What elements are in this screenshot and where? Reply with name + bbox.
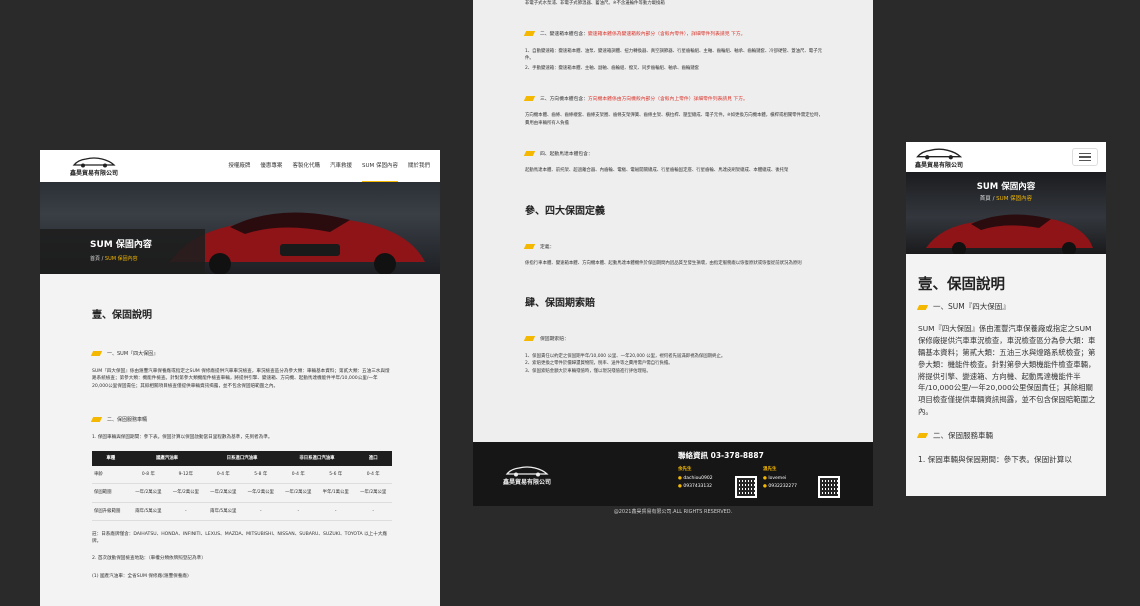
line-icon: ● bbox=[763, 475, 767, 481]
breadcrumb-home[interactable]: 首頁 bbox=[980, 196, 991, 202]
bullet-icon bbox=[523, 243, 536, 249]
nav-item-about[interactable]: 關於我們 bbox=[408, 150, 430, 182]
section-heading: 壹、保固說明 bbox=[918, 277, 1005, 293]
subheading: 二、保固服務車輛 bbox=[90, 416, 392, 424]
breadcrumb: 首頁 / SUM 保固內容 bbox=[90, 256, 138, 262]
phone-icon: ● bbox=[678, 484, 682, 490]
bullet-icon bbox=[523, 151, 536, 157]
qr-code-image bbox=[735, 476, 757, 498]
car-logo-icon bbox=[72, 157, 116, 168]
contact-title: 聯絡資訊 03-378-8887 bbox=[678, 451, 764, 460]
subheading: 一、SUM『四大保固』 bbox=[916, 301, 1096, 313]
paragraph: 1、自動變速箱：變速箱本體、油泵、變速箱調體、扭力轉換器、真空調節器、行星齒輪組… bbox=[525, 48, 822, 62]
subheading: 定義： bbox=[523, 243, 823, 252]
subheading: 二、保固服務車輛 bbox=[916, 430, 1096, 442]
bullet-icon bbox=[523, 31, 536, 37]
desktop-content: 壹、保固說明 一、SUM『四大保固』 SUM『四大保固』係由滙豐汽車保養廠或指定… bbox=[40, 308, 440, 580]
contact-card: 余先生 ● dachiou0902 ● 0937433132 bbox=[678, 466, 713, 492]
sports-car-image bbox=[926, 214, 1093, 254]
line-icon: ● bbox=[678, 475, 682, 481]
mobile-content: 壹、保固說明 一、SUM『四大保固』 SUM『四大保固』係由滙豐汽車保養廠或指定… bbox=[906, 274, 1106, 466]
car-logo-icon bbox=[916, 148, 963, 159]
paragraph: 3、保固索賠金額大於車輛殘值時，僅以現況殘值進行評估理賠。 bbox=[525, 368, 651, 374]
paragraph: SUM『四大保固』係由滙豐汽車保養廠或指定之SUM 保修廠提供汽車車況檢查，車況… bbox=[92, 369, 390, 389]
nav-item-roadside-rescue[interactable]: 汽車救援 bbox=[330, 150, 352, 182]
line-id[interactable]: ● dachiou0902 bbox=[678, 475, 713, 484]
section-heading: 肆、保固期索賠 bbox=[525, 298, 595, 310]
paragraph: 起動馬達本體、前托架、超過離合器、內齒輪、電樞、電磁開關總成、行星齒輪固定座、行… bbox=[525, 168, 789, 174]
paragraph: SUM『四大保固』係由滙豐汽車保養廠或指定之SUM 保修廠提供汽車車況檢查，車況… bbox=[918, 324, 1096, 417]
footer-logo-text: 鑫昊貿易有限公司 bbox=[503, 479, 552, 486]
paragraph: 2、手動變速箱：變速箱本體、主軸、副軸、齒輪組、撥叉、同步齒輪組、軸承、齒輪鏈套 bbox=[525, 65, 700, 71]
paragraph: 非電子式水泵浦、非電子式節溫器、蓄油尺。※不含邊輪件等動力載換箱 bbox=[525, 1, 665, 6]
paragraph: 1. 保固車輛與保固期間：參下表。保固計算以 bbox=[918, 454, 1072, 464]
contact-card: 溫先生 ● lovemei ● 0932232277 bbox=[763, 466, 797, 492]
nav-item-promotions[interactable]: 優惠專案 bbox=[260, 150, 282, 182]
breadcrumb-current: SUM 保固內容 bbox=[104, 256, 138, 262]
table-row: 保固升級範圍 兩年/5萬公里 - 兩年/5萬公里 - - - - bbox=[92, 502, 392, 521]
footer-logo[interactable]: 鑫昊貿易有限公司 bbox=[503, 464, 551, 486]
nav-item-sum-warranty[interactable]: SUM 保固內容 bbox=[361, 150, 398, 182]
mobile-navbar: 鑫昊貿易有限公司 bbox=[906, 142, 1106, 172]
brand-logo-text: 鑫昊貿易有限公司 bbox=[70, 170, 119, 177]
bullet-icon bbox=[523, 336, 536, 342]
page-title: SUM 保固內容 bbox=[90, 240, 152, 250]
phone-number[interactable]: ● 0932232277 bbox=[763, 483, 797, 492]
nav-item-brands[interactable]: 授權廠牌 bbox=[228, 150, 250, 182]
desktop-navbar: 鑫昊貿易有限公司 授權廠牌 優惠專案 客製化代購 汽車救援 SUM 保固內容 關… bbox=[40, 150, 440, 182]
breadcrumb: 首頁 / SUM 保固內容 bbox=[979, 196, 1033, 202]
hero-banner: SUM 保固內容 首頁 / SUM 保固內容 bbox=[40, 182, 440, 274]
brand-logo-text: 鑫昊貿易有限公司 bbox=[914, 161, 963, 169]
desktop-preview: 鑫昊貿易有限公司 授權廠牌 優惠專案 客製化代購 汽車救援 SUM 保固內容 關… bbox=[40, 150, 440, 606]
paragraph: 1. 保固車輛與保固期間：參下表。保固計算以保固啟動當日里程數為基準，先到者為準… bbox=[92, 435, 273, 441]
subheading: 一、SUM『四大保固』 bbox=[90, 350, 392, 358]
phone-number[interactable]: ● 0937433132 bbox=[678, 483, 713, 492]
bullet-icon bbox=[523, 96, 536, 102]
showcase-stage: 鑫昊貿易有限公司 授權廠牌 優惠專案 客製化代購 汽車救援 SUM 保固內容 關… bbox=[0, 0, 1140, 606]
tablet-content: 非電子式水泵浦、非電子式節溫器、蓄油尺。※不含邊輪件等動力載換箱 二、變速箱本體… bbox=[473, 0, 873, 375]
table-row: 保固範圍 一年/2萬公里 一年/2萬公里 一年/2萬公里 一年/2萬公里 一年/2萬公里半… bbox=[92, 483, 392, 503]
subheading: 二、變速箱本體包含：變速箱本體係為變速箱殼內部分（含殼內零件），詳細零件列表請見… bbox=[523, 31, 823, 39]
paragraph: 2、索賠更換之零件於價歸還貿物院，稅率、送件等之費用需戶需自行負擔。 bbox=[525, 361, 673, 367]
hamburger-menu-icon[interactable] bbox=[1072, 148, 1098, 166]
bullet-icon bbox=[916, 304, 929, 310]
subheading: 保固期索賠： bbox=[523, 336, 823, 344]
table-header-row: 車種 國產汽油車 日系進口汽油車 非日系進口汽油車 進口 bbox=[92, 451, 392, 467]
qr-code-image bbox=[818, 476, 840, 498]
section-heading: 參、四大保固定義 bbox=[525, 205, 605, 217]
tablet-preview: 非電子式水泵浦、非電子式節溫器、蓄油尺。※不含邊輪件等動力載換箱 二、變速箱本體… bbox=[473, 0, 873, 506]
paragraph: (1) 國產汽油車：全省SUM 保修廠(滙豐保養廠) bbox=[92, 573, 189, 579]
hero-banner: SUM 保固內容 首頁 / SUM 保固內容 bbox=[906, 172, 1106, 254]
hero-caption: SUM 保固內容 首頁 / SUM 保固內容 bbox=[40, 229, 205, 274]
site-footer: 鑫昊貿易有限公司 聯絡資訊 03-378-8887 余先生 ● dachiou0… bbox=[473, 442, 873, 506]
bullet-icon bbox=[916, 433, 929, 439]
mobile-preview: 鑫昊貿易有限公司 SUM 保固內容 首頁 / SUM 保固內容 壹、保固說明 一… bbox=[906, 142, 1106, 496]
line-id[interactable]: ● lovemei bbox=[763, 475, 797, 484]
nav-item-custom-purchase[interactable]: 客製化代購 bbox=[292, 150, 320, 182]
brand-logo[interactable]: 鑫昊貿易有限公司 bbox=[70, 155, 118, 177]
table-note: 註：日系廠牌僅含：DAIHATSU、HONDA、INFINITI、LEXUS、M… bbox=[92, 531, 388, 544]
warranty-table: 車種 國產汽油車 日系進口汽油車 非日系進口汽油車 進口 車齡 0-8 年 9-12… bbox=[92, 451, 392, 521]
table-row: 車齡 0-8 年 9-12年 0-4 年 5-8 年 0-4 年 5-6 年 0-4 年 bbox=[92, 466, 392, 485]
bullet-icon bbox=[90, 417, 103, 423]
subheading: 四、起動馬達本體包含： bbox=[523, 151, 823, 159]
brand-logo[interactable]: 鑫昊貿易有限公司 bbox=[914, 146, 964, 169]
paragraph: 2. 首次啟動保固檢查地點：（車權分類依牌照登記為準） bbox=[92, 556, 206, 562]
breadcrumb-home[interactable]: 首頁 bbox=[90, 256, 100, 262]
page-title: SUM 保固內容 bbox=[976, 182, 1036, 192]
main-menu: 授權廠牌 優惠專案 客製化代購 汽車救援 SUM 保固內容 關於我們 bbox=[228, 150, 430, 182]
copyright-text: @2021鑫昊貿易有限公司.ALL RIGHTS RESERVED. bbox=[613, 509, 733, 515]
section-heading: 壹、保固說明 bbox=[92, 310, 152, 321]
paragraph: 係指行車本體、變速箱本體、方向機本體、起動馬達本體機件於保固期間內因品質至發生損… bbox=[525, 260, 802, 266]
bullet-icon bbox=[90, 351, 103, 356]
paragraph: 1、保固責任以約定之保固期半年/10,000 公里、一年20,000 公里，視何… bbox=[525, 353, 726, 359]
car-logo-icon bbox=[505, 466, 549, 477]
phone-icon: ● bbox=[763, 484, 767, 490]
breadcrumb-current: SUM 保固內容 bbox=[996, 196, 1033, 202]
subheading: 三、方向機本體包含：方向機本體係由方向機殼內部分（含殼內上零件）詳細零件列表請見… bbox=[523, 96, 823, 104]
paragraph: 方向機本體、齒條、齒條襯套、齒條支架圈、齒條支架彈簧、齒條主架、橫拉桿、壓型總成… bbox=[525, 113, 823, 126]
